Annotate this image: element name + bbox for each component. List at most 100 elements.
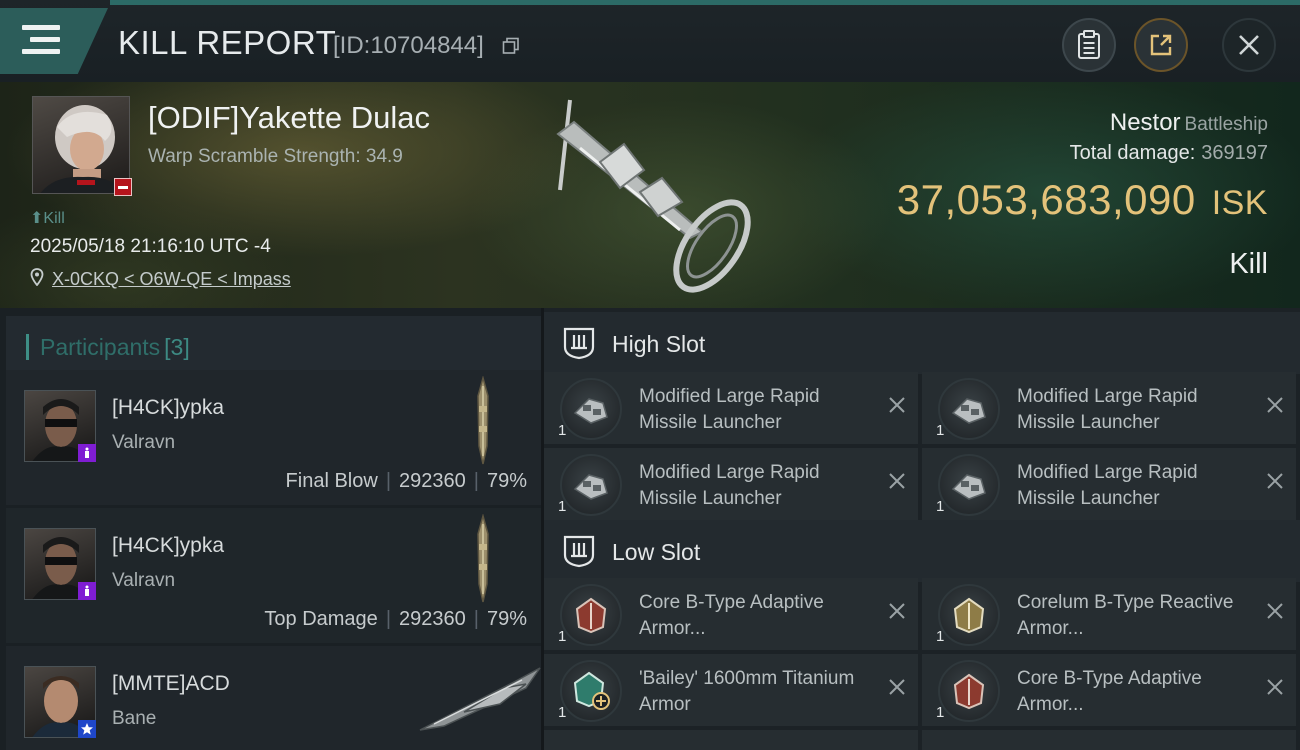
isk-currency: ISK — [1211, 184, 1268, 222]
module-name: 'Bailey' 1600mm Titanium Armor — [639, 668, 855, 715]
victim-name[interactable]: [ODIF]Yakette Dulac — [148, 100, 430, 136]
participant-damage: 292360 — [399, 470, 466, 492]
copy-icon[interactable] — [502, 37, 520, 55]
kill-result: Kill — [1229, 248, 1268, 280]
module-item[interactable]: 1 Corelum B-Type Reactive Armor... — [922, 578, 1296, 650]
participant-row[interactable]: [H4CK]ypka Valravn Final Blow | 292360 | 79% — [6, 370, 541, 505]
participant-ship: Valravn — [112, 432, 176, 453]
destroyed-x-icon — [889, 397, 905, 413]
module-name: Corelum B-Type Reactive Armor... — [1017, 592, 1234, 639]
participants-panel: Participants [3] [H4CK]ypka Valravn Final… — [0, 308, 541, 750]
module-quantity: 1 — [936, 422, 945, 439]
stat-separator: | — [385, 470, 392, 492]
destroyed-x-icon — [889, 473, 905, 489]
participant-stats: Final Blow | 292360 | 79% — [286, 470, 527, 493]
destroyed-x-icon — [1267, 603, 1283, 619]
module-item[interactable]: 1 Modified Large Rapid Missile Launcher — [544, 372, 918, 444]
module-item[interactable]: 1 Core B-Type Adaptive Armor... — [544, 578, 918, 650]
missile-launcher-icon — [560, 378, 622, 440]
low-slot-header: Low Slot — [544, 520, 1300, 582]
header-accent-line — [110, 0, 1300, 5]
missile-launcher-icon — [938, 454, 1000, 516]
total-damage: Total damage: 369197 — [1070, 142, 1268, 165]
module-item[interactable]: 1 'Bailey' 1600mm Titanium Armor — [544, 654, 918, 726]
module-item-partial[interactable] — [922, 730, 1296, 750]
participant-percent: 79% — [486, 608, 527, 630]
module-quantity: 1 — [558, 422, 567, 439]
destroyed-x-icon — [1267, 397, 1283, 413]
armor-hardener-icon — [938, 660, 1000, 722]
stat-separator: | — [473, 470, 479, 492]
participants-title: Participants [3] — [40, 334, 190, 361]
participants-count: [3] — [164, 334, 190, 360]
participant-stats: Top Damage | 292360 | 79% — [264, 608, 527, 631]
close-icon — [1239, 35, 1259, 55]
participant-role: Top Damage — [264, 608, 378, 630]
participant-ship-image — [477, 514, 489, 603]
module-quantity: 1 — [936, 704, 945, 721]
participant-name: [MMTE]ACD — [112, 672, 230, 695]
participant-row[interactable]: [MMTE]ACD Bane — [6, 646, 541, 750]
destroyed-x-icon — [1267, 679, 1283, 695]
participants-header[interactable]: Participants [3] — [6, 316, 541, 374]
participant-row[interactable]: [H4CK]ypka Valravn Top Damage | 292360 | 79% — [6, 508, 541, 643]
destroyed-x-icon — [889, 603, 905, 619]
menu-icon[interactable] — [22, 24, 62, 56]
high-slot-label: High Slot — [612, 331, 706, 357]
participant-percent: 79% — [486, 470, 527, 492]
fitting-panel: High Slot 1 Modified Large Rapid Missile… — [544, 308, 1300, 750]
stat-separator: | — [473, 608, 479, 630]
participant-ship-image — [419, 667, 541, 731]
participant-badge — [78, 720, 96, 738]
ship-name-label: Nestor — [1109, 109, 1181, 136]
participant-badge-icon — [85, 585, 89, 596]
destroyed-x-icon — [889, 679, 905, 695]
module-item[interactable]: 1 Modified Large Rapid Missile Launcher — [922, 372, 1296, 444]
share-button[interactable] — [1134, 18, 1188, 72]
module-item[interactable]: 1 Core B-Type Adaptive Armor... — [922, 654, 1296, 726]
stat-separator: | — [385, 608, 392, 630]
location-pin-icon — [30, 268, 44, 286]
module-name: Modified Large Rapid Missile Launcher — [639, 386, 820, 433]
participant-ship-image — [477, 376, 489, 465]
victim-ship-name: Nestor Battleship — [1110, 109, 1268, 137]
high-slot-icon — [563, 327, 595, 360]
isk-value: 37,053,683,090 ISK — [897, 176, 1268, 224]
module-quantity: 1 — [936, 628, 945, 645]
module-item[interactable]: 1 Modified Large Rapid Missile Launcher — [922, 448, 1296, 520]
victim-banner: [ODIF]Yakette Dulac Warp Scramble Streng… — [0, 82, 1300, 308]
armor-plate-icon — [560, 660, 622, 722]
reactive-armor-icon — [938, 584, 1000, 646]
clipboard-button[interactable] — [1062, 18, 1116, 72]
module-quantity: 1 — [936, 498, 945, 515]
participant-role: Final Blow — [285, 470, 378, 492]
close-button[interactable] — [1222, 18, 1276, 72]
participants-label: Participants — [40, 334, 161, 360]
victim-ship-image — [556, 99, 751, 293]
participant-damage: 292360 — [399, 608, 466, 630]
module-name: Core B-Type Adaptive Armor... — [1017, 668, 1202, 715]
module-quantity: 1 — [558, 628, 567, 645]
isk-amount: 37,053,683,090 — [896, 176, 1196, 223]
module-name: Modified Large Rapid Missile Launcher — [639, 462, 820, 509]
module-item-partial[interactable] — [544, 730, 918, 750]
module-item[interactable]: 1 Modified Large Rapid Missile Launcher — [544, 448, 918, 520]
low-slot-icon — [563, 535, 595, 568]
warp-scramble-strength: Warp Scramble Strength: 34.9 — [148, 146, 403, 167]
participant-ship: Valravn — [112, 570, 176, 591]
participant-badge — [78, 444, 96, 462]
participant-ship: Bane — [112, 708, 157, 729]
destroyed-x-icon — [1267, 473, 1283, 489]
participants-accent-bar — [26, 334, 29, 360]
module-name: Core B-Type Adaptive Armor... — [639, 592, 824, 639]
page-title: KILL REPORT — [118, 24, 337, 61]
star-icon — [81, 723, 93, 735]
total-damage-value: 369197 — [1201, 142, 1268, 164]
armor-hardener-icon — [560, 584, 622, 646]
participant-name: [H4CK]ypka — [112, 534, 225, 557]
total-damage-label: Total damage: — [1069, 142, 1196, 164]
missile-launcher-icon — [560, 454, 622, 516]
share-icon — [1150, 34, 1172, 56]
participant-name: [H4CK]ypka — [112, 396, 225, 419]
location-link[interactable]: X-0CKQ < O6W-QE < Impass — [52, 269, 291, 290]
